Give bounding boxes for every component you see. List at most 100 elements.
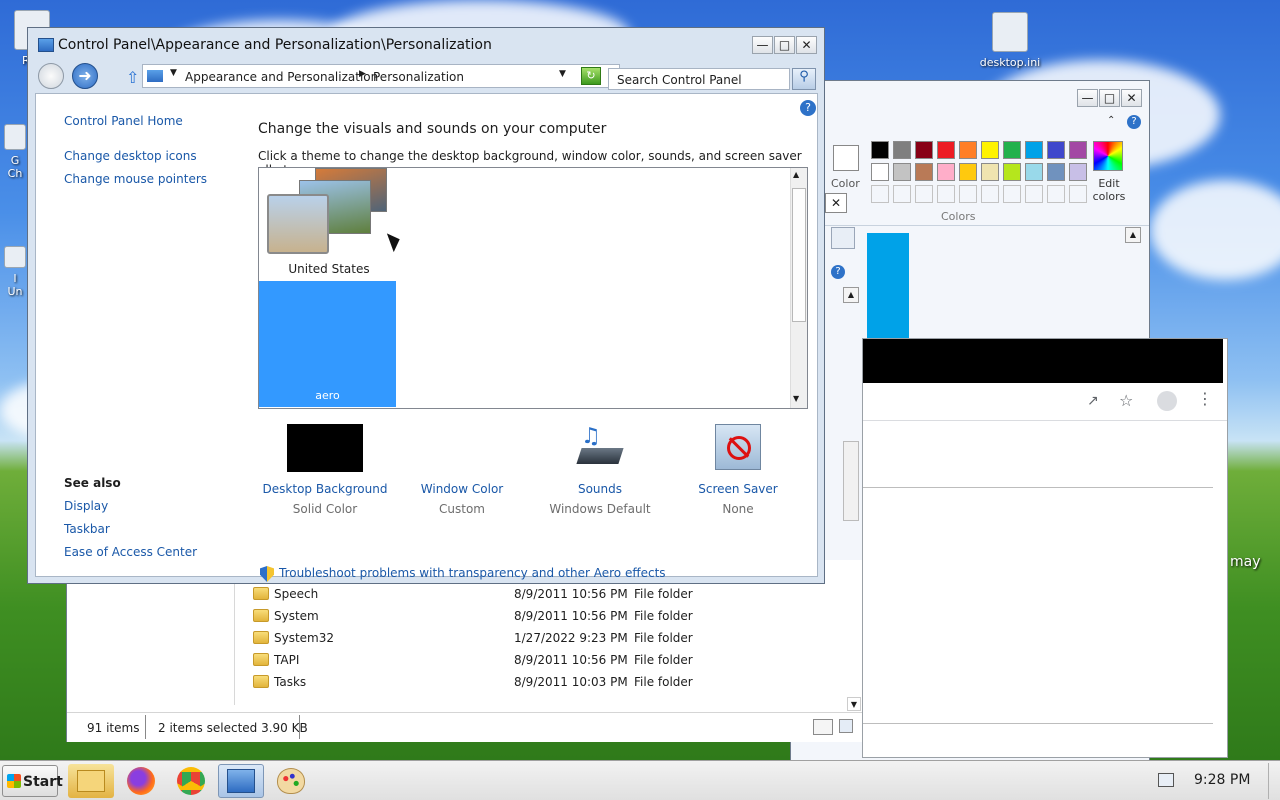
start-button[interactable]: Start	[2, 765, 63, 797]
theme-list-scrollbar[interactable]: ▲ ▼	[790, 168, 807, 408]
taskbar-paint[interactable]	[268, 764, 314, 798]
palette-swatch[interactable]	[1025, 141, 1043, 159]
breadcrumb-separator-icon[interactable]: ▶	[359, 69, 366, 79]
custom-color-slot[interactable]	[1069, 185, 1087, 203]
custom-color-slot[interactable]	[937, 185, 955, 203]
palette-swatch[interactable]	[1047, 163, 1065, 181]
custom-color-slot[interactable]	[1025, 185, 1043, 203]
screen-saver-setting[interactable]: Screen Saver None	[696, 424, 780, 516]
custom-color-slot[interactable]	[1047, 185, 1065, 203]
inner-scrollbar-thumb[interactable]	[843, 441, 859, 521]
inner-help-icon[interactable]: ?	[831, 265, 845, 279]
file-row[interactable]: Speech 8/9/2011 10:56 PM File folder	[253, 584, 773, 606]
sounds-setting[interactable]: ♫ Sounds Windows Default	[544, 424, 656, 516]
file-row[interactable]: System32 1/27/2022 9:23 PM File folder	[253, 628, 773, 650]
preview-pane-icon[interactable]	[839, 719, 853, 733]
refresh-icon[interactable]: ↻	[581, 67, 601, 85]
palette-swatch[interactable]	[893, 163, 911, 181]
taskbar-link[interactable]: Taskbar	[64, 522, 110, 536]
minimize-button[interactable]: —	[752, 36, 773, 54]
palette-swatch[interactable]	[1003, 163, 1021, 181]
palette-swatch[interactable]	[1047, 141, 1065, 159]
palette-swatch[interactable]	[871, 163, 889, 181]
bookmark-star-icon[interactable]: ☆	[1119, 391, 1133, 410]
inner-close-button[interactable]: ✕	[825, 193, 847, 213]
share-icon[interactable]: ↗	[1087, 393, 1099, 409]
file-row[interactable]: TAPI 8/9/2011 10:56 PM File folder	[253, 650, 773, 672]
control-panel-window[interactable]: Control Panel\Appearance and Personaliza…	[27, 27, 825, 584]
palette-swatch[interactable]	[959, 163, 977, 181]
up-arrow-icon[interactable]: ⇧	[126, 68, 139, 87]
inner-scroll-up[interactable]: ▲	[843, 287, 859, 303]
desktop-icon-desktop-ini[interactable]: desktop.ini	[978, 12, 1042, 69]
palette-swatch[interactable]	[871, 141, 889, 159]
palette-swatch[interactable]	[959, 141, 977, 159]
window-color-setting[interactable]: Window Color Custom	[412, 424, 512, 516]
forward-button[interactable]: ➜	[72, 63, 98, 89]
custom-color-slot[interactable]	[893, 185, 911, 203]
edit-colors-icon[interactable]	[1093, 141, 1123, 171]
clock[interactable]: 9:28 PM	[1194, 772, 1250, 788]
breadcrumb-appearance[interactable]: Appearance and Personalization	[185, 70, 378, 84]
profile-avatar-icon[interactable]	[1157, 391, 1177, 411]
color2-swatch[interactable]	[833, 145, 859, 171]
palette-swatch[interactable]	[937, 141, 955, 159]
custom-color-slot[interactable]	[981, 185, 999, 203]
back-button[interactable]	[38, 63, 64, 89]
paint-minimize-button[interactable]: —	[1077, 89, 1098, 107]
chrome-window[interactable]: ↗ ☆ ⋮	[862, 338, 1228, 758]
custom-color-slot[interactable]	[915, 185, 933, 203]
address-bar[interactable]: ▼ Appearance and Personalization ▶ Perso…	[142, 64, 620, 88]
taskbar-file-explorer[interactable]	[68, 764, 114, 798]
troubleshoot-link[interactable]: Troubleshoot problems with transparency …	[279, 566, 666, 580]
taskbar-firefox[interactable]	[118, 764, 164, 798]
search-input[interactable]: Search Control Panel	[608, 68, 790, 90]
paint-help-icon[interactable]: ?	[1127, 115, 1141, 129]
scroll-down-arrow-icon[interactable]: ▼	[793, 394, 799, 403]
close-button[interactable]: ✕	[796, 36, 817, 54]
maximize-button[interactable]: □	[774, 36, 795, 54]
palette-swatch[interactable]	[981, 163, 999, 181]
paint-close-button[interactable]: ✕	[1121, 89, 1142, 107]
palette-swatch[interactable]	[1069, 141, 1087, 159]
desktop-background-setting[interactable]: Desktop Background Solid Color	[258, 424, 392, 516]
address-dropdown-icon[interactable]: ▼	[170, 68, 177, 78]
show-desktop-button[interactable]	[1268, 763, 1278, 799]
history-dropdown-icon[interactable]: ▼	[559, 69, 566, 79]
scroll-thumb[interactable]	[792, 188, 806, 322]
search-icon[interactable]: ⚲	[792, 68, 816, 90]
palette-swatch[interactable]	[1003, 141, 1021, 159]
theme-aero[interactable]: aero	[259, 281, 396, 407]
canvas-scroll-up[interactable]: ▲	[1125, 227, 1141, 243]
palette-swatch[interactable]	[981, 141, 999, 159]
display-link[interactable]: Display	[64, 499, 108, 513]
ease-of-access-link[interactable]: Ease of Access Center	[64, 545, 197, 559]
file-row[interactable]: System 8/9/2011 10:56 PM File folder	[253, 606, 773, 628]
palette-swatch[interactable]	[915, 141, 933, 159]
inner-search-button[interactable]	[831, 227, 855, 249]
scroll-up-arrow-icon[interactable]: ▲	[793, 170, 799, 179]
custom-color-slot[interactable]	[871, 185, 889, 203]
network-icon[interactable]	[1158, 773, 1174, 787]
taskbar-chrome[interactable]	[168, 764, 214, 798]
breadcrumb-personalization[interactable]: Personalization	[373, 70, 464, 84]
taskbar-control-panel[interactable]	[218, 764, 264, 798]
custom-color-slot[interactable]	[1003, 185, 1021, 203]
explorer-window[interactable]: Speech 8/9/2011 10:56 PM File folder System…	[66, 560, 866, 742]
chrome-menu-icon[interactable]: ⋮	[1197, 389, 1213, 408]
change-mouse-pointers-link[interactable]: Change mouse pointers	[64, 172, 207, 186]
theme-united-states[interactable]: United States	[263, 168, 395, 276]
palette-swatch[interactable]	[1069, 163, 1087, 181]
palette-swatch[interactable]	[1025, 163, 1043, 181]
paint-maximize-button[interactable]: □	[1099, 89, 1120, 107]
file-list-scroll-down[interactable]: ▼	[847, 697, 861, 711]
file-row[interactable]: Tasks 8/9/2011 10:03 PM File folder	[253, 672, 773, 694]
change-desktop-icons-link[interactable]: Change desktop icons	[64, 149, 197, 163]
control-panel-home-link[interactable]: Control Panel Home	[64, 114, 183, 128]
edit-colors-label[interactable]: Edit colors	[1087, 177, 1131, 203]
help-icon[interactable]: ?	[800, 100, 816, 116]
paint-ribbon-collapse-icon[interactable]: ⌃	[1107, 115, 1115, 126]
palette-swatch[interactable]	[893, 141, 911, 159]
custom-color-slot[interactable]	[959, 185, 977, 203]
details-view-icon[interactable]	[813, 719, 833, 735]
